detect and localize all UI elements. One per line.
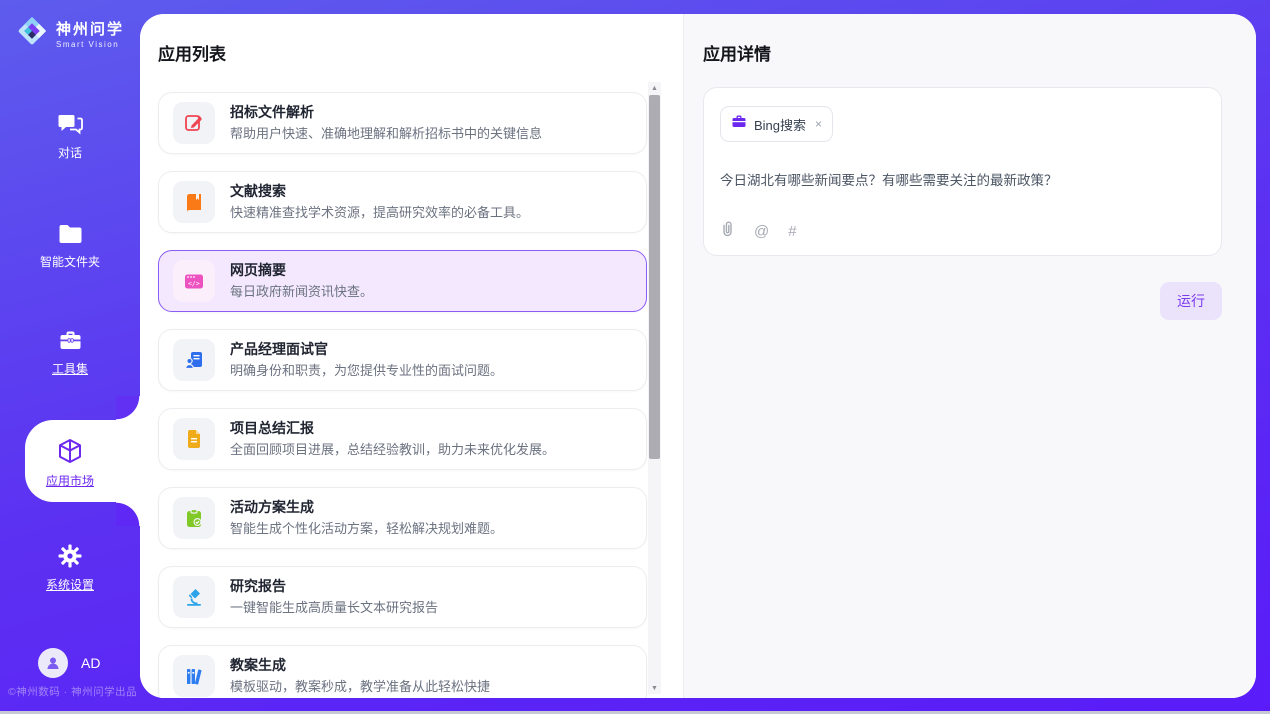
folder-icon [57,222,84,246]
sidebar-item-smart-folder[interactable]: 智能文件夹 [0,222,140,270]
app-card-title: 文献搜索 [230,182,529,201]
app-list-title: 应用列表 [158,40,683,65]
browser-code-icon: </> [173,260,215,302]
scrollbar-track[interactable]: ▲ ▼ [648,82,661,694]
report-doc-icon [173,418,215,460]
sidebar-item-label: 应用市场 [46,472,94,489]
sidebar-item-label: 智能文件夹 [40,253,100,270]
scrollbar-down-arrow[interactable]: ▼ [648,682,661,694]
book-icon [173,181,215,223]
app-card-title: 活动方案生成 [230,498,503,517]
sidebar-item-label: 工具集 [52,360,88,377]
scrollbar-thumb[interactable] [649,95,660,459]
app-card-tender-analysis[interactable]: 招标文件解析 帮助用户快速、准确地理解和解析招标书中的关键信息 [158,92,647,154]
tool-chip-label: Bing搜索 [754,115,806,134]
app-card-literature-search[interactable]: 文献搜索 快速精准查找学术资源，提高研究效率的必备工具。 [158,171,647,233]
brand-name: 神州问学 [56,18,124,39]
user-name: AD [81,655,100,671]
app-card-title: 产品经理面试官 [230,340,503,359]
sidebar-item-chat[interactable]: 对话 [0,112,140,161]
run-row: 运行 [703,282,1222,320]
app-detail-title: 应用详情 [703,40,1222,65]
app-card-research-report[interactable]: 研究报告 一键智能生成高质量长文本研究报告 [158,566,647,628]
brand-subtitle: Smart Vision [56,40,124,49]
sidebar: 神州问学 Smart Vision 对话 智能文件夹 [0,0,140,714]
app-card-event-plan[interactable]: 活动方案生成 智能生成个性化活动方案，轻松解决规划难题。 [158,487,647,549]
sidebar-item-label: 系统设置 [46,576,94,593]
run-button[interactable]: 运行 [1160,282,1222,320]
microscope-icon [173,576,215,618]
app-card-title: 教案生成 [230,656,490,675]
app-card-desc: 每日政府新闻资讯快查。 [230,282,373,301]
scrollbar-up-arrow[interactable]: ▲ [648,82,661,94]
app-card-desc: 快速精准查找学术资源，提高研究效率的必备工具。 [230,203,529,222]
clipboard-check-icon [173,497,215,539]
app-card-project-summary[interactable]: 项目总结汇报 全面回顾项目进展，总结经验教训，助力未来优化发展。 [158,408,647,470]
app-card-title: 项目总结汇报 [230,419,555,438]
sidebar-item-label: 对话 [58,144,82,161]
app-card-desc: 智能生成个性化活动方案，轻松解决规划难题。 [230,519,503,538]
app-detail-panel: 应用详情 Bing搜索 × 今日湖北有哪些新闻要点？有哪些需要关注的最新政策？ [683,14,1256,698]
edit-doc-icon [173,102,215,144]
copyright-text: ©神州数码 · 神州问学出品 [8,684,137,699]
bump-fillet-top [116,396,140,420]
paperclip-icon[interactable] [720,220,735,242]
app-list: 招标文件解析 帮助用户快速、准确地理解和解析招标书中的关键信息 文献搜索 快速精… [158,92,647,698]
gear-icon [57,543,83,569]
cube-icon [56,437,84,465]
briefcase-icon [731,114,747,134]
app-card-web-summary[interactable]: </> 网页摘要 每日政府新闻资讯快查。 [158,250,647,312]
app-card-title: 招标文件解析 [230,103,542,122]
user-account[interactable]: AD [38,648,100,678]
briefcase-icon [57,328,84,353]
main-content: 应用列表 招标文件解析 帮助用户快速、准确地理解和解析招标书中的关键信息 [140,14,1256,698]
sidebar-item-toolset[interactable]: 工具集 [0,328,140,377]
app-card-desc: 帮助用户快速、准确地理解和解析招标书中的关键信息 [230,124,542,143]
chat-icon [57,112,84,137]
app-list-panel: 应用列表 招标文件解析 帮助用户快速、准确地理解和解析招标书中的关键信息 [140,14,683,698]
app-card-lesson-plan[interactable]: 教案生成 模板驱动，教案秒成，教学准备从此轻松快捷 [158,645,647,698]
books-icon [173,655,215,697]
app-card-title: 网页摘要 [230,261,373,280]
sidebar-item-settings[interactable]: 系统设置 [0,543,140,593]
sidebar-item-app-market[interactable]: 应用市场 [0,437,140,489]
app-card-desc: 全面回顾项目进展，总结经验教训，助力未来优化发展。 [230,440,555,459]
person-icon [45,655,61,671]
svg-text:</>: </> [188,280,200,288]
avatar [38,648,68,678]
chip-close-icon[interactable]: × [815,117,822,131]
interview-icon [173,339,215,381]
prompt-card: Bing搜索 × 今日湖北有哪些新闻要点？有哪些需要关注的最新政策？ @ # [703,87,1222,256]
brand-logo: 神州问学 Smart Vision [16,15,124,52]
app-card-desc: 明确身份和职责，为您提供专业性的面试问题。 [230,361,503,380]
app-card-desc: 一键智能生成高质量长文本研究报告 [230,598,438,617]
tool-chip-bing-search[interactable]: Bing搜索 × [720,106,833,142]
app-card-pm-interviewer[interactable]: 产品经理面试官 明确身份和职责，为您提供专业性的面试问题。 [158,329,647,391]
app-card-title: 研究报告 [230,577,438,596]
prompt-input[interactable]: 今日湖北有哪些新闻要点？有哪些需要关注的最新政策？ [720,169,1205,189]
app-card-desc: 模板驱动，教案秒成，教学准备从此轻松快捷 [230,677,490,696]
diamond-logo-icon [16,15,48,52]
hash-tag-icon[interactable]: # [788,223,796,240]
at-mention-icon[interactable]: @ [754,223,769,240]
bump-fillet-bottom [116,502,140,526]
input-toolbar: @ # [720,220,797,242]
